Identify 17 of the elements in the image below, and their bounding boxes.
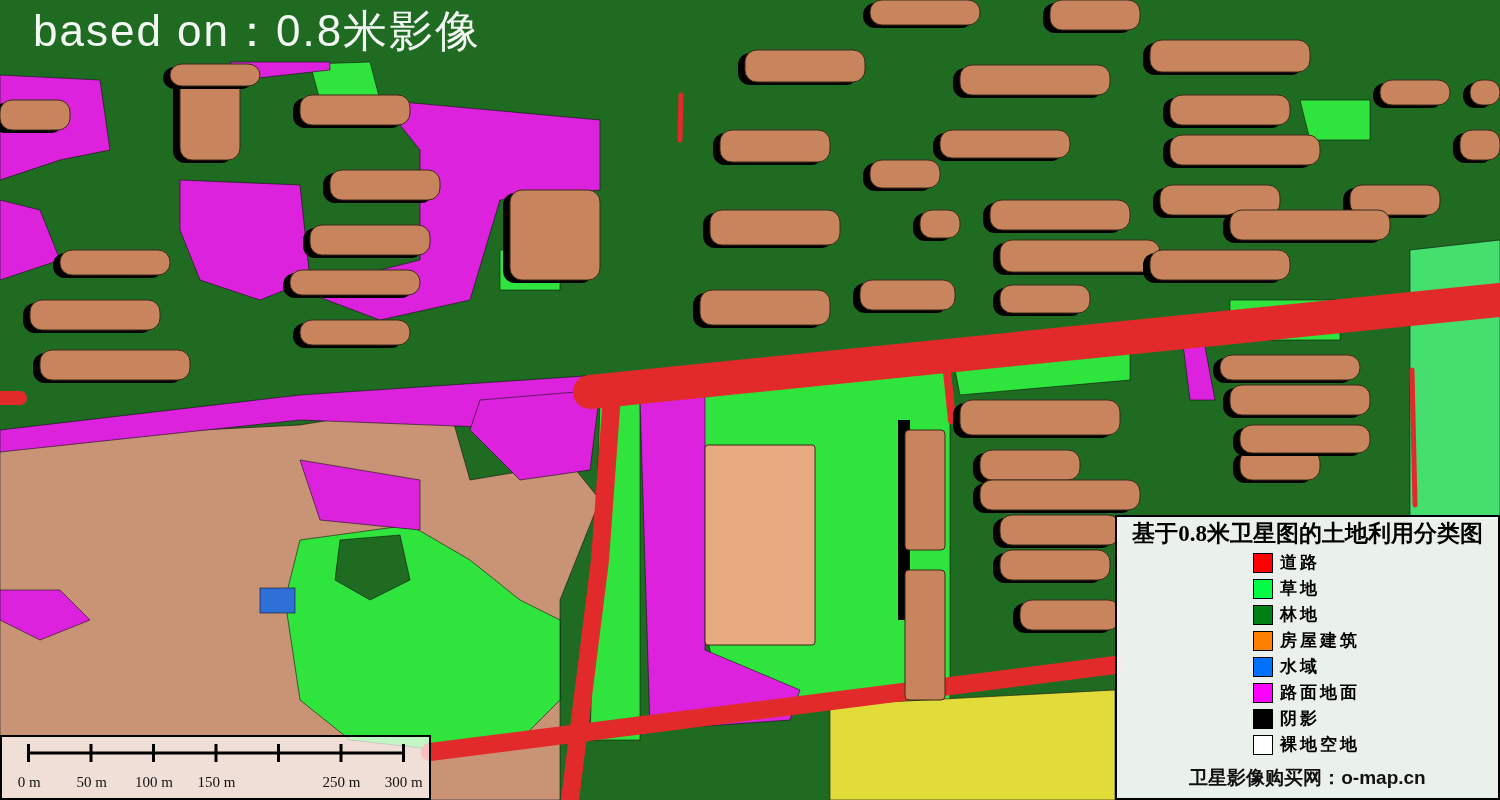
legend-label: 道路	[1280, 553, 1320, 573]
legend-footer: 卫星影像购买网：o-map.cn	[1189, 766, 1426, 790]
scale-label: 50 m	[76, 773, 107, 791]
legend-label: 路面地面	[1280, 683, 1360, 703]
scale-label: 0 m	[17, 773, 41, 791]
legend-label: 林地	[1280, 605, 1320, 625]
legend-label: 水域	[1280, 657, 1320, 677]
legend-title: 基于0.8米卫星图的土地利用分类图	[1131, 520, 1484, 548]
legend-label: 房屋建筑	[1280, 631, 1360, 651]
scale-label: 150 m	[197, 773, 236, 791]
scale-label: 100 m	[135, 773, 173, 791]
map-caption: based on：0.8米影像	[33, 9, 482, 53]
scale-label: 250 m	[322, 773, 361, 791]
legend-label: 阴影	[1280, 709, 1320, 729]
scale-label: 300 m	[384, 773, 423, 791]
legend-label: 草地	[1280, 579, 1320, 599]
legend-label: 裸地空地	[1280, 735, 1360, 755]
